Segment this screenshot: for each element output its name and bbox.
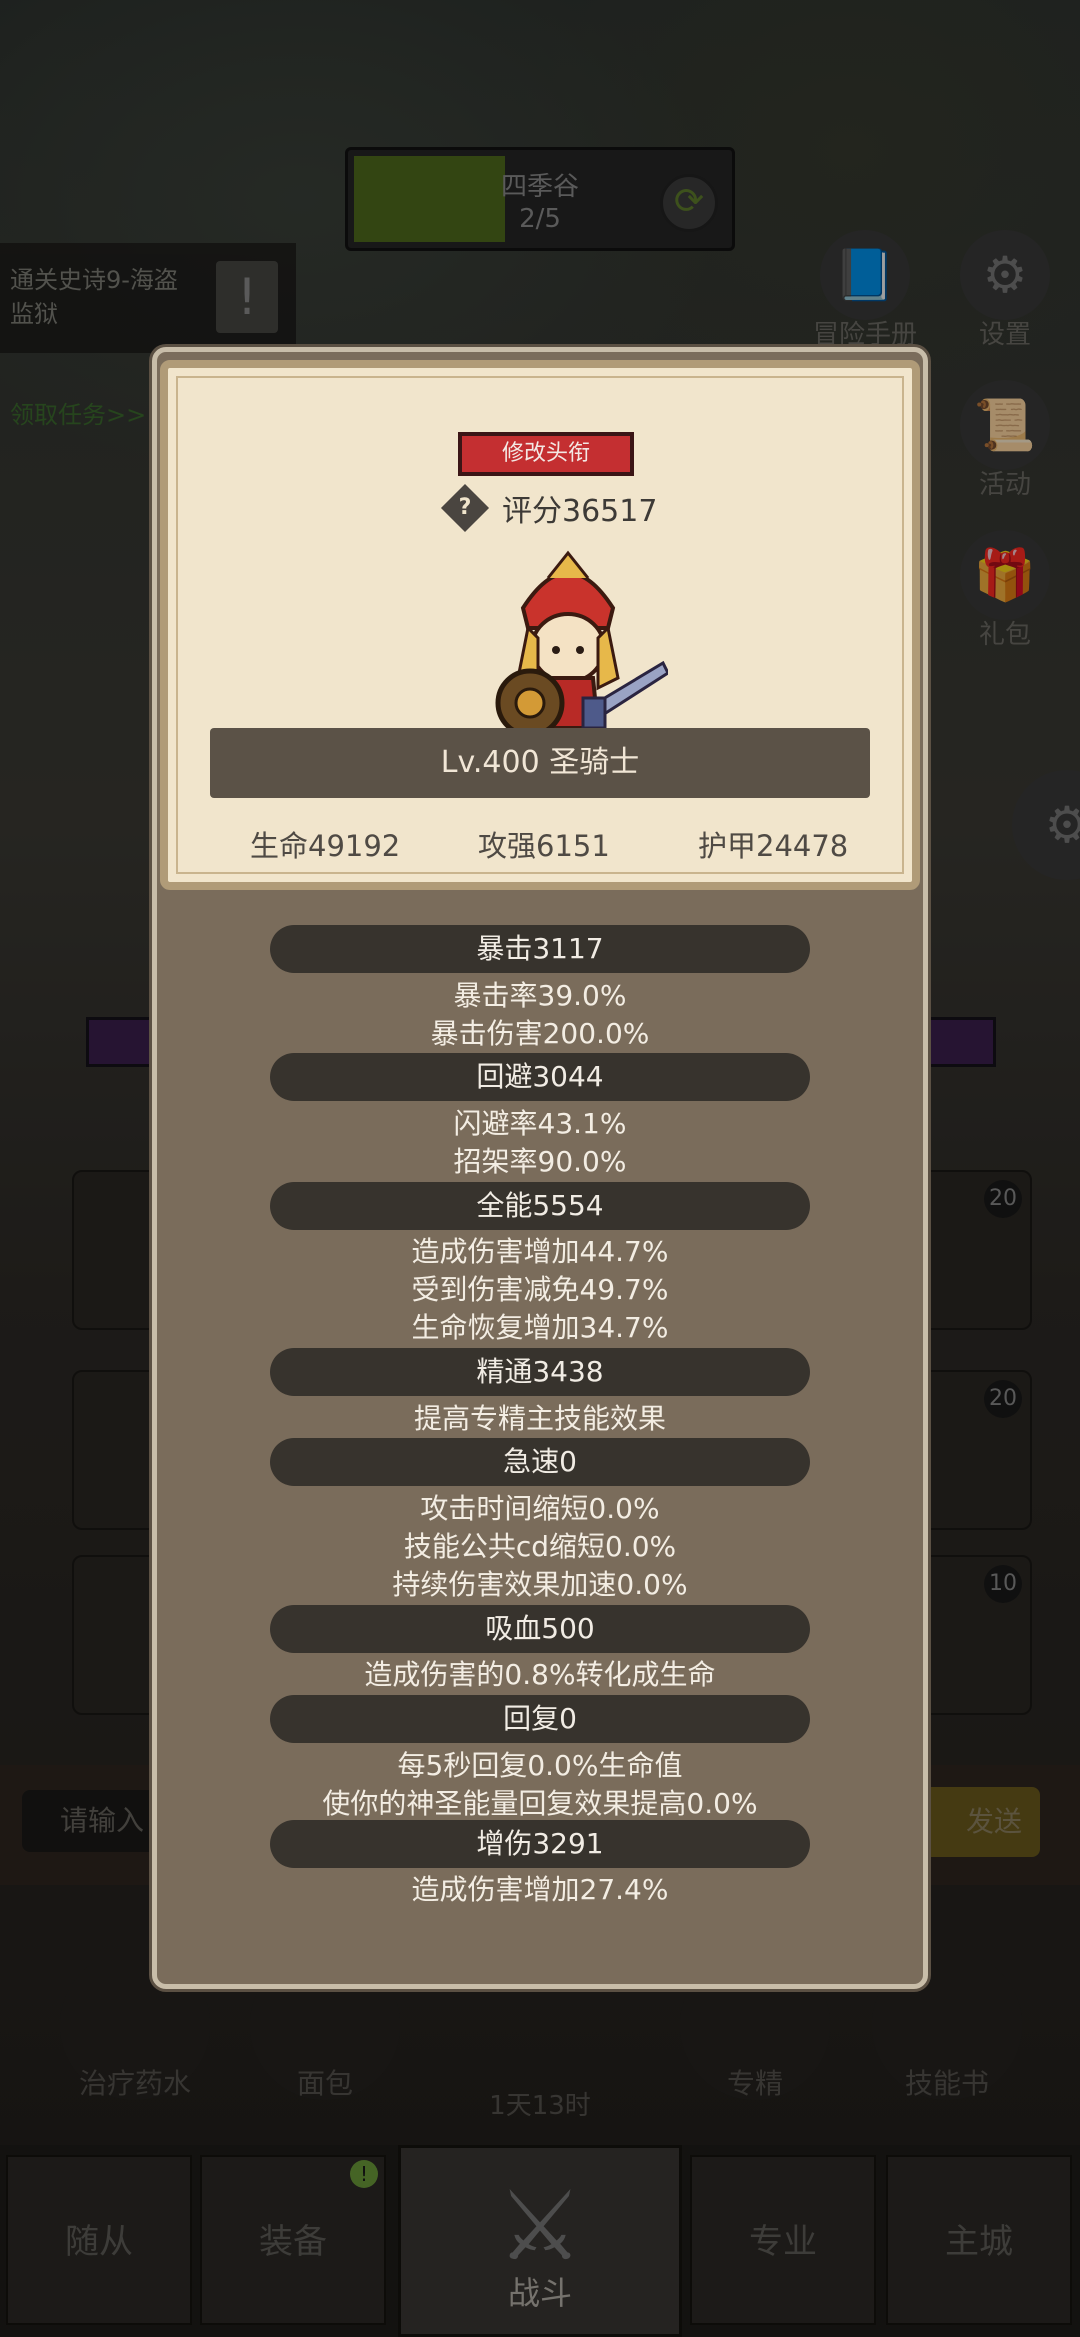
stat-header-mastery: 精通3438 [270,1348,810,1396]
stat-line: 持续伤害效果加速0.0% [392,1568,688,1601]
stat-header-damage-increase: 增伤3291 [270,1820,810,1868]
game-screen: 四季谷 2/5 ⟳ 通关史诗9-海盗监狱 ! 领取任务>> 📘 冒险手册 ⚙ 设… [0,0,1080,2337]
stat-header-versatility: 全能5554 [270,1182,810,1230]
stat-line: 提高专精主技能效果 [413,1402,666,1435]
score-row: ? 评分36517 [440,483,658,533]
stat-line: 每5秒回复0.0%生命值 [397,1749,683,1782]
stat-line: 生命恢复增加34.7% [411,1311,669,1344]
stat-line: 技能公共cd缩短0.0% [403,1530,677,1563]
armor-stat: 护甲24478 [698,829,849,863]
score-text: 评分36517 [502,494,658,529]
stat-header-crit: 暴击3117 [270,925,810,973]
hp-stat: 生命49192 [250,829,401,863]
character-card: 修改头衔 ? 评分36517 Lv.400 圣骑士 生命49192 攻强6151… [160,360,920,890]
stat-line: 造成伤害增加27.4% [411,1873,669,1906]
stat-line: 使你的神圣能量回复效果提高0.0% [322,1787,758,1820]
stat-line: 造成伤害的0.8%转化成生命 [364,1658,716,1691]
stat-line: 造成伤害增加44.7% [411,1235,669,1268]
stat-line: 攻击时间缩短0.0% [420,1492,660,1525]
stat-line: 暴击伤害200.0% [430,1017,650,1050]
stat-header-regen: 回复0 [270,1695,810,1743]
stat-header-evasion: 回避3044 [270,1053,810,1101]
stat-line: 闪避率43.1% [453,1107,627,1140]
attack-stat: 攻强6151 [478,829,610,863]
paladin-avatar [495,550,668,738]
stat-header-lifesteal: 吸血500 [270,1605,810,1653]
level-class-bar: Lv.400 圣骑士 [210,728,870,798]
stat-line: 受到伤害减免49.7% [411,1273,669,1306]
stat-line: 暴击率39.0% [453,979,627,1012]
edit-title-button[interactable]: 修改头衔 [458,432,634,476]
stat-line: 招架率90.0% [453,1145,627,1178]
stat-header-haste: 急速0 [270,1438,810,1486]
help-icon[interactable]: ? [440,483,490,533]
